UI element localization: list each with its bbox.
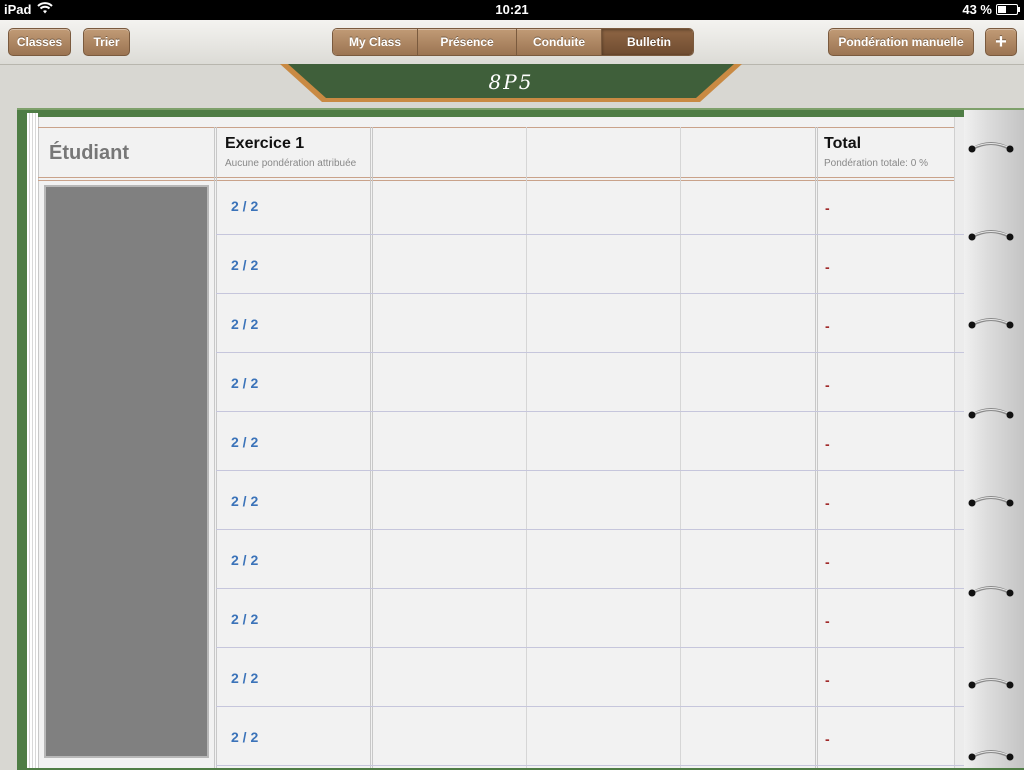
binder-ring-icon [968, 318, 1014, 329]
tab-conduite[interactable]: Conduite [517, 29, 602, 55]
row-divider [216, 470, 964, 471]
binder-ring-icon [968, 408, 1014, 419]
total-cell: - [825, 200, 830, 216]
row-divider [216, 765, 964, 766]
row-divider [216, 411, 964, 412]
manual-weighting-button[interactable]: Pondération manuelle [828, 28, 974, 56]
view-segmented-control: My Class Présence Conduite Bulletin [332, 28, 694, 56]
row-divider [216, 352, 964, 353]
total-weight-note: Pondération totale: 0 % [824, 158, 928, 169]
toolbar: Classes Trier My Class Présence Conduite… [0, 20, 1024, 65]
status-bar: iPad 10:21 43 % [0, 0, 1024, 20]
binder-spine [964, 110, 1024, 768]
total-cell: - [825, 436, 830, 452]
total-cell: - [825, 377, 830, 393]
exercise-score-cell[interactable]: 2 / 2 [231, 611, 258, 627]
column-divider [526, 127, 527, 768]
total-cell: - [825, 672, 830, 688]
exercise-column-header[interactable]: Exercice 1 [225, 135, 304, 153]
exercise-score-cell[interactable]: 2 / 2 [231, 670, 258, 686]
class-chalkboard: 8P5 [280, 64, 742, 102]
tab-bulletin[interactable]: Bulletin [602, 29, 693, 55]
battery-percent: 43 % [962, 2, 992, 17]
total-cell: - [825, 731, 830, 747]
row-divider [216, 234, 964, 235]
binder-ring-icon [968, 496, 1014, 507]
total-cell: - [825, 318, 830, 334]
row-divider [216, 293, 964, 294]
total-cell: - [825, 495, 830, 511]
binder-ring-icon [968, 230, 1014, 241]
exercise-weight-note: Aucune pondération attribuée [225, 158, 357, 169]
row-divider [216, 529, 964, 530]
binder-ring-icon [968, 678, 1014, 689]
class-title: 8P5 [488, 70, 534, 94]
binder-ring-icon [968, 750, 1014, 761]
row-divider [216, 588, 964, 589]
exercise-score-cell[interactable]: 2 / 2 [231, 493, 258, 509]
exercise-score-cell[interactable]: 2 / 2 [231, 375, 258, 391]
exercise-score-cell[interactable]: 2 / 2 [231, 434, 258, 450]
tab-presence[interactable]: Présence [418, 29, 517, 55]
total-cell: - [825, 554, 830, 570]
exercise-score-cell[interactable]: 2 / 2 [231, 316, 258, 332]
column-divider [680, 127, 681, 768]
binder-ring-icon [968, 586, 1014, 597]
total-cell: - [825, 259, 830, 275]
clock: 10:21 [495, 2, 529, 17]
row-divider [216, 647, 964, 648]
classes-button[interactable]: Classes [8, 28, 71, 56]
battery-icon [996, 4, 1020, 15]
column-divider [370, 127, 373, 768]
column-divider [815, 127, 818, 768]
exercise-score-cell[interactable]: 2 / 2 [231, 198, 258, 214]
total-cell: - [825, 613, 830, 629]
exercise-score-cell[interactable]: 2 / 2 [231, 552, 258, 568]
student-column-header: Étudiant [49, 142, 129, 164]
student-names-redacted [44, 185, 209, 758]
tab-my-class[interactable]: My Class [333, 29, 418, 55]
exercise-score-cell[interactable]: 2 / 2 [231, 257, 258, 273]
exercise-score-cell[interactable]: 2 / 2 [231, 729, 258, 745]
total-column-header: Total [824, 135, 862, 152]
binder-ring-icon [968, 142, 1014, 153]
column-divider [214, 127, 217, 768]
add-icon[interactable]: + [985, 28, 1017, 56]
sort-button[interactable]: Trier [83, 28, 130, 56]
paper-stack [27, 113, 38, 768]
row-divider [216, 706, 964, 707]
